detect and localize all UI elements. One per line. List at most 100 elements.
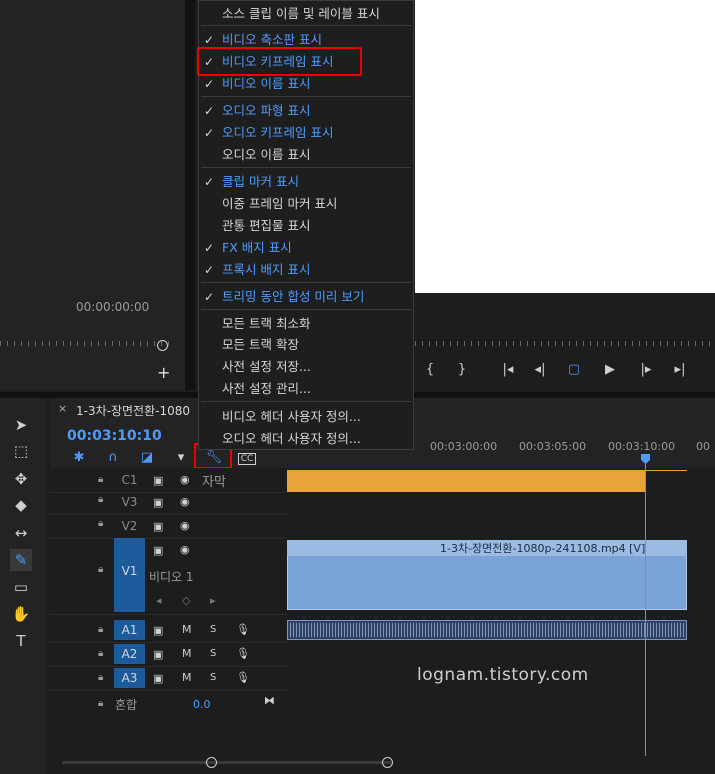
hand-tool-icon[interactable]: ✋ [10,603,32,625]
caption-clip[interactable] [287,470,645,492]
go-to-in-icon[interactable]: |◂ [498,362,518,377]
panel-divider[interactable] [185,0,195,390]
menu-item[interactable]: ✓ 오디오 파형 표시 [199,100,413,122]
step-back-icon[interactable]: ◂| [530,362,550,377]
snap-icon[interactable]: ∩ [104,450,122,468]
sync-lock-icon[interactable]: ▣ [153,648,163,661]
menu-item[interactable]: 소스 클립 이름 및 레이블 표시 [199,3,413,25]
menu-item[interactable]: 이중 프레임 마커 표시 [199,193,413,215]
menu-item[interactable]: ✓ 프록시 배지 표시 [199,259,413,281]
mix-end-icon[interactable]: ⧓ [264,694,275,707]
play-icon[interactable]: ▶ [600,362,620,377]
microphone-icon[interactable]: 🎙︎ [236,623,250,636]
caption-clip-line [645,470,687,471]
menu-item[interactable]: ✓ 트리밍 동안 합성 미리 보기 [199,286,413,308]
linked-selection-icon[interactable]: ◪ [138,450,156,468]
timeline-zoom-scrollbar[interactable] [62,761,392,764]
mute-button[interactable]: M [182,647,192,660]
track-target-a3[interactable]: A3 [114,668,145,688]
program-ruler[interactable] [415,333,715,347]
track-target-c1[interactable]: C1 [114,470,145,490]
sync-lock-icon[interactable]: ▣ [153,544,163,557]
lock-icon[interactable]: 🔒︎ [98,518,103,529]
sync-lock-icon[interactable]: ▣ [153,672,163,685]
safe-margins-icon[interactable]: ▢ [564,362,584,377]
menu-item[interactable]: ✓ 비디오 이름 표시 [199,73,413,95]
menu-separator [201,401,411,402]
razor-tool-icon[interactable]: ◆ [10,494,32,516]
step-forward-icon[interactable]: |▸ [636,362,656,377]
source-ruler[interactable] [0,333,175,347]
track-target-a1[interactable]: A1 [114,620,145,640]
solo-button[interactable]: S [210,672,216,683]
sync-lock-icon[interactable]: ▣ [153,520,163,533]
menu-item[interactable]: 모든 트랙 최소화 [199,313,413,335]
pen-tool-icon[interactable]: ✎ [10,549,32,571]
menu-item-label: 사전 설정 관리... [222,381,311,396]
captions-icon[interactable]: CC [238,453,256,465]
source-scrub-knob[interactable] [157,340,168,351]
checkmark-icon: ✓ [204,263,215,277]
track-row-a1: 🔒︎ A1 ▣ M S 🎙︎ [50,618,286,643]
track-target-a2[interactable]: A2 [114,644,145,664]
menu-item[interactable]: 사전 설정 저장... [199,356,413,378]
selection-tool-icon[interactable]: ➤ [10,414,32,436]
next-keyframe-icon[interactable]: ▸ [210,594,216,607]
add-button[interactable]: + [157,363,170,382]
eye-icon[interactable]: ◉ [180,495,190,508]
sync-lock-icon[interactable]: ▣ [153,474,163,487]
microphone-icon[interactable]: 🎙︎ [236,671,250,684]
add-marker-icon[interactable]: ▾ [172,450,190,468]
solo-button[interactable]: S [210,624,216,635]
menu-item[interactable]: 오디오 이름 표시 [199,144,413,166]
menu-item[interactable]: 관통 편집물 표시 [199,215,413,237]
menu-highlight-box [197,47,362,76]
mix-volume-value[interactable]: 0.0 [193,698,211,711]
lock-icon[interactable]: 🔒︎ [98,648,103,659]
menu-item[interactable]: ✓ 오디오 키프레임 표시 [199,122,413,144]
add-keyframe-icon[interactable]: ◇ [182,594,190,607]
menu-item[interactable]: 오디오 헤더 사용자 정의... [199,428,413,450]
nest-icon[interactable]: ✱ [70,450,88,468]
solo-button[interactable]: S [210,648,216,659]
eye-icon[interactable]: ◉ [180,519,190,532]
scroll-handle-left[interactable] [206,757,217,768]
scroll-handle-right[interactable] [382,757,393,768]
playhead-line[interactable] [645,460,646,756]
eye-icon[interactable]: ◉ [180,543,190,556]
prev-keyframe-icon[interactable]: ◂ [156,594,162,607]
lock-icon[interactable]: 🔒︎ [98,564,103,575]
track-target-v3[interactable]: V3 [114,492,145,512]
go-to-out-icon[interactable]: ▸| [670,362,690,377]
timeline-timecode[interactable]: 00:03:10:10 [67,428,162,444]
slip-tool-icon[interactable]: ↔ [10,522,32,544]
mark-out-icon[interactable]: } [452,362,472,377]
lock-icon[interactable]: 🔒︎ [98,672,103,683]
menu-item[interactable]: 모든 트랙 확장 [199,334,413,356]
ripple-edit-tool-icon[interactable]: ✥ [10,468,32,490]
rectangle-tool-icon[interactable]: ▭ [10,576,32,598]
source-timecode[interactable]: 00:00:00:00 [76,300,149,314]
track-select-tool-icon[interactable]: ⬚ [10,440,32,462]
microphone-icon[interactable]: 🎙︎ [236,647,250,660]
menu-item[interactable]: 비디오 헤더 사용자 정의... [199,406,413,428]
menu-item[interactable]: 사전 설정 관리... [199,378,413,400]
close-tab-icon[interactable]: × [58,402,67,415]
menu-item[interactable]: ✓ 클립 마커 표시 [199,171,413,193]
sequence-tab[interactable]: 1-3차-장면전환-1080 [76,402,190,419]
menu-item[interactable]: ✓ FX 배지 표시 [199,237,413,259]
sync-lock-icon[interactable]: ▣ [153,624,163,637]
mute-button[interactable]: M [182,623,192,636]
mute-button[interactable]: M [182,671,192,684]
eye-icon[interactable]: ◉ [180,473,190,486]
lock-icon[interactable]: 🔒︎ [98,698,103,709]
sync-lock-icon[interactable]: ▣ [153,496,163,509]
mark-in-icon[interactable]: { [420,362,440,377]
lock-icon[interactable]: 🔒︎ [98,494,103,505]
lock-icon[interactable]: 🔒︎ [98,624,103,635]
lock-icon[interactable]: 🔒︎ [98,474,103,485]
track-target-v1[interactable]: V1 [114,538,145,612]
track-area[interactable] [286,468,715,758]
type-tool-icon[interactable]: T [10,630,32,652]
track-target-v2[interactable]: V2 [114,516,145,536]
